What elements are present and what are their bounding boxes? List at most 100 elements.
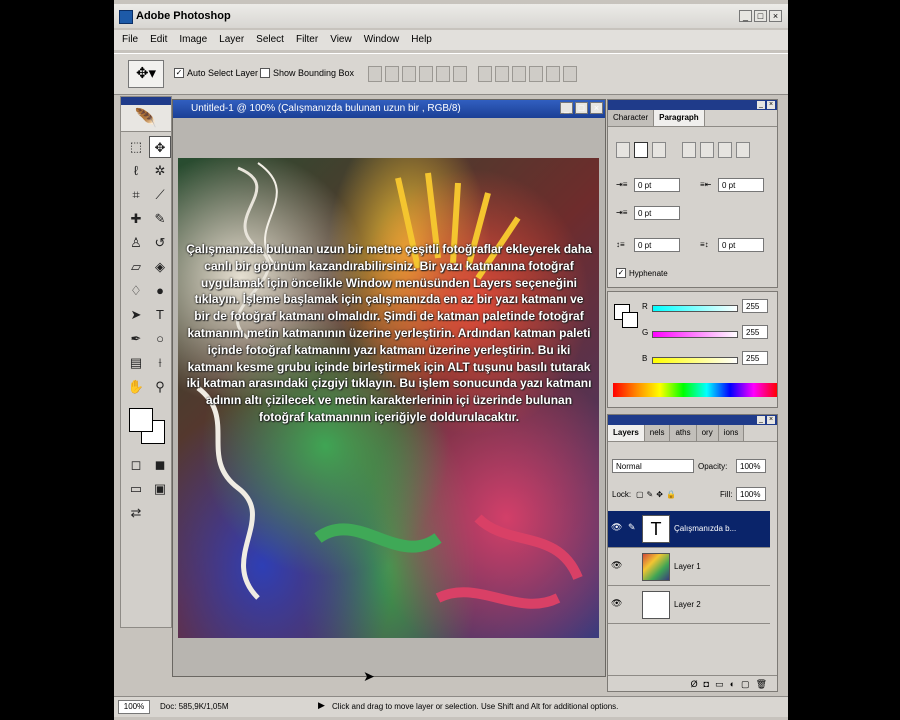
blue-slider[interactable] xyxy=(652,357,738,364)
justify-last-left-icon[interactable] xyxy=(682,142,696,158)
blue-value-input[interactable]: 255 xyxy=(742,351,768,365)
space-after-input[interactable]: 0 pt xyxy=(718,238,764,252)
dodge-tool-icon[interactable]: ♢ xyxy=(125,280,147,302)
tab-paragraph[interactable]: Paragraph xyxy=(654,110,705,126)
justify-last-right-icon[interactable] xyxy=(718,142,732,158)
hand-tool-icon[interactable]: ✋ xyxy=(125,376,147,398)
color-ramp[interactable] xyxy=(613,383,777,397)
history-brush-tool-icon[interactable]: ↺ xyxy=(149,232,171,254)
align-left-text-icon[interactable] xyxy=(616,142,630,158)
document-title-bar[interactable]: Untitled-1 @ 100% (Çalışmanızda bulunan … xyxy=(173,100,605,118)
slice-tool-icon[interactable]: ⟋ xyxy=(149,184,171,206)
color-panel-background-swatch[interactable] xyxy=(622,312,638,328)
new-set-icon[interactable]: ▭ xyxy=(715,676,724,691)
tab-history[interactable]: ory xyxy=(696,425,719,441)
justify-last-center-icon[interactable] xyxy=(700,142,714,158)
blur-tool-icon[interactable]: ● xyxy=(149,280,171,302)
pen-tool-icon[interactable]: ✒ xyxy=(125,328,147,350)
distribute-top-icon[interactable] xyxy=(478,66,492,82)
align-hcenter-icon[interactable] xyxy=(436,66,450,82)
adobe-online-feather-icon[interactable]: 🪶 xyxy=(121,105,171,132)
shape-tool-icon[interactable]: ○ xyxy=(149,328,171,350)
space-before-input[interactable]: 0 pt xyxy=(634,238,680,252)
menu-layer[interactable]: Layer xyxy=(211,30,248,50)
menu-edit[interactable]: Edit xyxy=(142,30,171,50)
screen-mode-full-icon[interactable]: ▣ xyxy=(149,478,171,500)
layers-panel-minimize-button[interactable]: _ xyxy=(757,416,765,424)
paint-bucket-tool-icon[interactable]: ◈ xyxy=(149,256,171,278)
menu-window[interactable]: Window xyxy=(356,30,404,50)
lock-options-icon[interactable]: ▢✎✥🔒 xyxy=(636,490,679,499)
green-slider[interactable] xyxy=(652,331,738,338)
marquee-tool-icon[interactable]: ⬚ xyxy=(125,136,147,158)
paragraph-panel-header[interactable]: _ × xyxy=(608,100,777,110)
magic-wand-tool-icon[interactable]: ✲ xyxy=(149,160,171,182)
paragraph-panel-close-button[interactable]: × xyxy=(767,101,775,109)
tab-character[interactable]: Character xyxy=(608,110,655,126)
align-center-text-icon[interactable] xyxy=(634,142,648,158)
zoom-tool-icon[interactable]: ⚲ xyxy=(149,376,171,398)
adjustment-layer-icon[interactable]: ◐ xyxy=(730,676,735,691)
show-bounding-box-option[interactable]: Show Bounding Box xyxy=(260,68,354,78)
align-right-icon[interactable] xyxy=(453,66,467,82)
align-top-icon[interactable] xyxy=(368,66,382,82)
eyedropper-tool-icon[interactable]: ⟊ xyxy=(149,352,171,374)
auto-select-layer-option[interactable]: ✓ Auto Select Layer xyxy=(174,68,258,78)
layers-panel-header[interactable]: _ × xyxy=(608,415,777,425)
auto-select-checkbox[interactable]: ✓ xyxy=(174,68,184,78)
indent-right-input[interactable]: 0 pt xyxy=(718,178,764,192)
bounding-box-checkbox[interactable] xyxy=(260,68,270,78)
lasso-tool-icon[interactable]: ℓ xyxy=(125,160,147,182)
indent-left-input[interactable]: 0 pt xyxy=(634,178,680,192)
delete-layer-icon[interactable]: 🗑 xyxy=(756,676,767,691)
distribute-right-icon[interactable] xyxy=(563,66,577,82)
brush-tool-icon[interactable]: ✎ xyxy=(149,208,171,230)
status-menu-arrow-icon[interactable]: ▶ xyxy=(318,700,325,711)
visibility-eye-icon[interactable]: 👁 xyxy=(611,598,623,609)
tab-channels[interactable]: nels xyxy=(644,425,671,441)
screen-mode-standard-icon[interactable]: ▭ xyxy=(125,478,147,500)
justify-all-icon[interactable] xyxy=(736,142,750,158)
add-mask-icon[interactable]: ◘ xyxy=(704,676,709,691)
menu-select[interactable]: Select xyxy=(248,30,288,50)
menu-filter[interactable]: Filter xyxy=(288,30,322,50)
visibility-eye-icon[interactable]: 👁 xyxy=(611,560,623,571)
move-tool-preset-picker[interactable]: ✥▾ xyxy=(128,60,164,88)
standard-mode-icon[interactable]: ◻ xyxy=(125,454,147,476)
tab-layers[interactable]: Layers xyxy=(608,425,645,441)
fill-input[interactable]: 100% xyxy=(736,487,766,501)
hyphenate-option[interactable]: ✓ Hyphenate xyxy=(616,268,668,278)
eraser-tool-icon[interactable]: ▱ xyxy=(125,256,147,278)
paragraph-panel-minimize-button[interactable]: _ xyxy=(757,101,765,109)
align-bottom-icon[interactable] xyxy=(402,66,416,82)
layer-style-icon[interactable]: Ø xyxy=(691,676,698,691)
layer-row-layer-2[interactable]: 👁 Layer 2 xyxy=(608,587,770,624)
align-left-icon[interactable] xyxy=(419,66,433,82)
distribute-bottom-icon[interactable] xyxy=(512,66,526,82)
tab-actions[interactable]: ions xyxy=(718,425,745,441)
document-maximize-button[interactable]: □ xyxy=(575,102,588,114)
distribute-left-icon[interactable] xyxy=(529,66,543,82)
quick-mask-mode-icon[interactable]: ◼ xyxy=(149,454,171,476)
layer-row-layer-1[interactable]: 👁 Layer 1 xyxy=(608,549,770,586)
healing-brush-tool-icon[interactable]: ✚ xyxy=(125,208,147,230)
path-selection-tool-icon[interactable]: ➤ xyxy=(125,304,147,326)
indent-first-line-input[interactable]: 0 pt xyxy=(634,206,680,220)
layer-row-text[interactable]: 👁 ✎ T Çalışmanızda b... xyxy=(608,511,770,548)
document-minimize-button[interactable]: _ xyxy=(560,102,573,114)
type-tool-icon[interactable]: T xyxy=(149,304,171,326)
maximize-button[interactable]: □ xyxy=(754,10,767,22)
menu-view[interactable]: View xyxy=(322,30,356,50)
clone-stamp-tool-icon[interactable]: ♙ xyxy=(125,232,147,254)
tab-paths[interactable]: aths xyxy=(670,425,697,441)
distribute-hcenter-icon[interactable] xyxy=(546,66,560,82)
toolbox-header[interactable] xyxy=(121,97,171,105)
move-tool-icon[interactable]: ✥ xyxy=(149,136,171,158)
new-layer-icon[interactable]: ▢ xyxy=(741,676,750,691)
minimize-button[interactable]: _ xyxy=(739,10,752,22)
red-value-input[interactable]: 255 xyxy=(742,299,768,313)
foreground-color-swatch[interactable] xyxy=(129,408,153,432)
menu-file[interactable]: File xyxy=(114,30,142,50)
opacity-input[interactable]: 100% xyxy=(736,459,766,473)
align-vcenter-icon[interactable] xyxy=(385,66,399,82)
